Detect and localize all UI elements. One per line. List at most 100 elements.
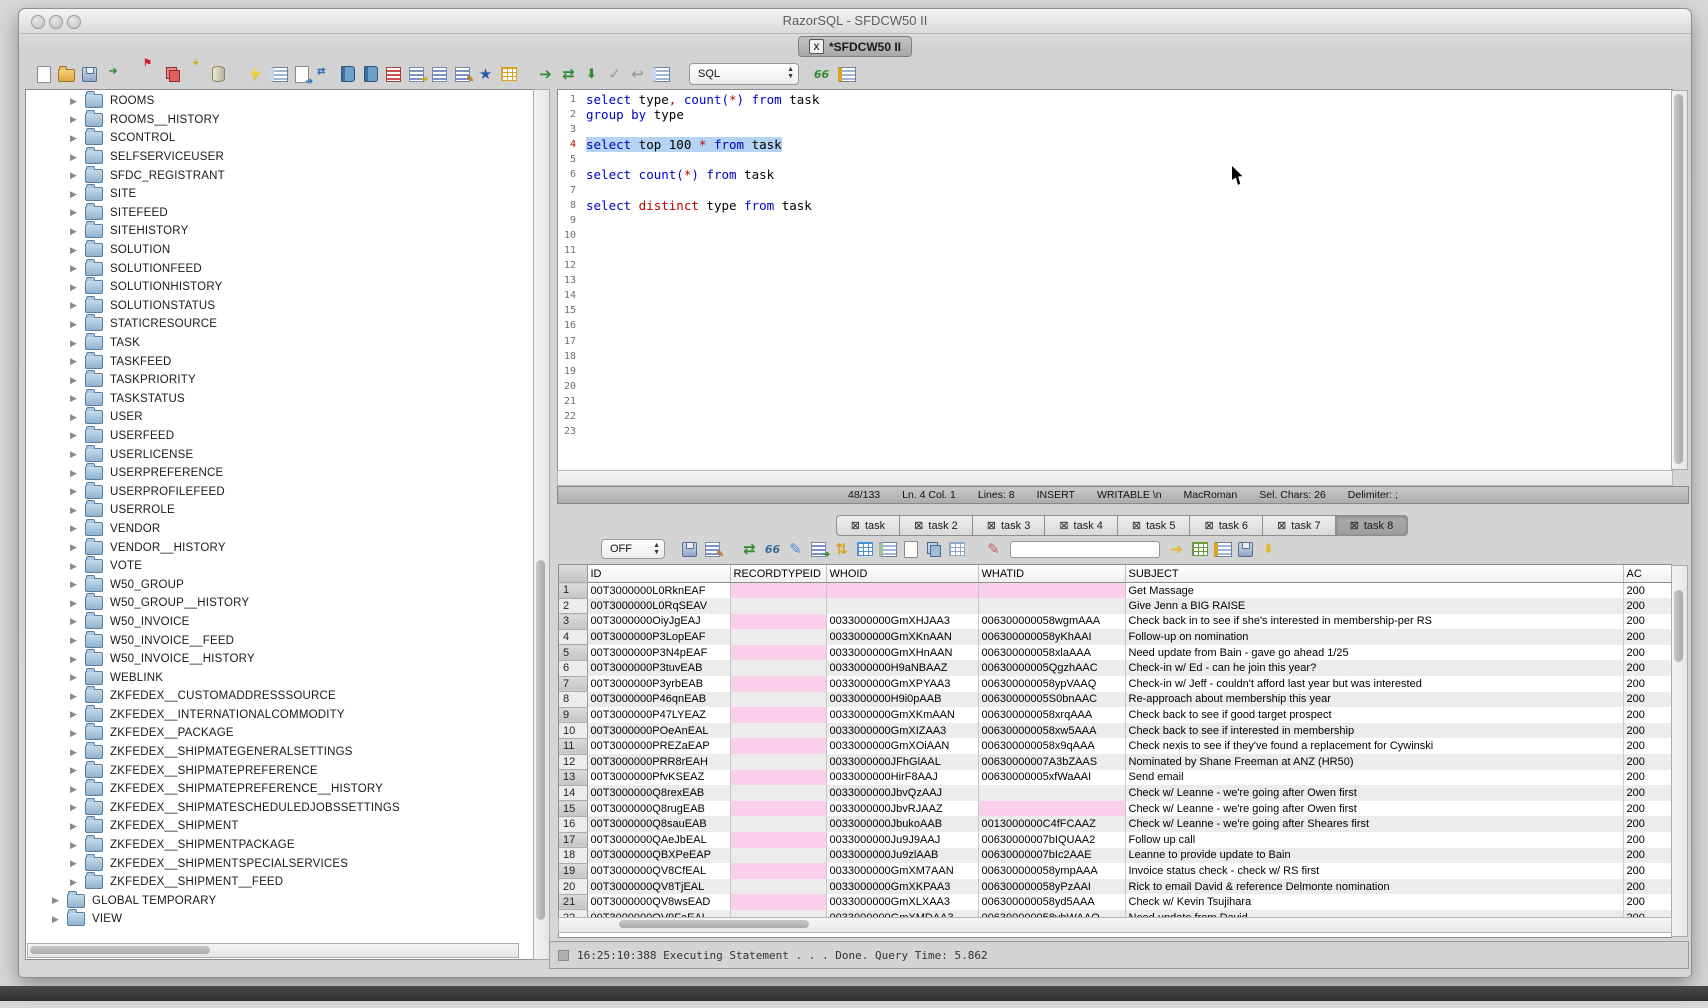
table-cell[interactable] — [826, 598, 978, 614]
editor-horizontal-scrollbar[interactable] — [557, 470, 1673, 486]
favorites-star-icon[interactable]: ★ — [475, 64, 496, 85]
table-row[interactable]: 100T3000000L0RknEAFGet Massage200 — [559, 583, 1672, 599]
disclosure-triangle-icon[interactable]: ▶ — [70, 375, 80, 386]
table-cell[interactable] — [730, 894, 826, 910]
disclosure-triangle-icon[interactable]: ▶ — [70, 784, 80, 795]
tab-close-icon[interactable]: ⊠ — [987, 519, 996, 532]
table-cell[interactable] — [730, 583, 826, 599]
table-cell[interactable]: Check-in w/ Ed - can he join this year? — [1125, 660, 1623, 676]
sql-code-area[interactable]: select type, count(*) from taskgroup by … — [580, 90, 819, 470]
sql-history-icon[interactable] — [337, 64, 358, 85]
tree-item-zkfedex-customaddresssource[interactable]: ▶ZKFEDEX__CUSTOMADDRESSSOURCE — [26, 687, 534, 706]
column-header-AC[interactable]: AC — [1623, 565, 1672, 583]
table-cell[interactable]: 00630000007bIQUAA2 — [978, 832, 1125, 848]
autocommit-dropdown[interactable]: OFF ▲▼ — [601, 539, 665, 559]
table-cell[interactable]: 200 — [1623, 629, 1672, 645]
tree-item-sfdc-registrant[interactable]: ▶SFDC_REGISTRANT — [26, 166, 534, 185]
table-cell[interactable] — [730, 645, 826, 661]
tab-close-icon[interactable]: ⊠ — [851, 519, 860, 532]
table-cell[interactable]: 0033000000GmXKPAA3 — [826, 879, 978, 895]
table-cell[interactable]: 006300000058ympAAA — [978, 863, 1125, 879]
table-row[interactable]: 1800T3000000QBXPeEAP0033000000Ju9zlAAB00… — [559, 848, 1672, 864]
refresh-database-icon[interactable] — [314, 64, 335, 85]
table-cell[interactable] — [730, 614, 826, 630]
table-cell[interactable]: 00630000007bIc2AAE — [978, 848, 1125, 864]
table-row[interactable]: 1000T3000000POeAnEAL0033000000GmXIZAA300… — [559, 723, 1672, 739]
tree-item-site[interactable]: ▶SITE — [26, 185, 534, 204]
table-row[interactable]: 500T3000000P3N4pEAF0033000000GmXHnAAN006… — [559, 645, 1672, 661]
column-header-rownum[interactable] — [559, 565, 587, 583]
table-cell[interactable]: 0033000000GmXHJAA3 — [826, 614, 978, 630]
table-cell[interactable] — [730, 692, 826, 708]
table-cell[interactable] — [730, 676, 826, 692]
tab-close-icon[interactable]: ⊠ — [1132, 519, 1141, 532]
table-cell[interactable]: 200 — [1623, 676, 1672, 692]
table-cell[interactable]: 006300000058wgmAAA — [978, 614, 1125, 630]
table-cell[interactable]: 00T3000000POeAnEAL — [587, 723, 730, 739]
open-file-icon[interactable] — [56, 64, 77, 85]
result-tab-task-2[interactable]: ⊠task 2 — [900, 515, 973, 536]
code-line-9[interactable] — [586, 213, 819, 228]
table-cell[interactable]: 0033000000GmXPYAA3 — [826, 676, 978, 692]
tree-item-w50-invoice-feed[interactable]: ▶W50_INVOICE__FEED — [26, 631, 534, 650]
disclosure-triangle-icon[interactable]: ▶ — [70, 877, 80, 888]
format-sql-icon[interactable] — [383, 64, 404, 85]
disclosure-triangle-icon[interactable]: ▶ — [70, 747, 80, 758]
table-cell[interactable]: Check w/ Kevin Tsujihara — [1125, 894, 1623, 910]
table-cell[interactable]: 00T3000000P46qnEAB — [587, 692, 730, 708]
tree-view-icon[interactable]: ➔ — [808, 539, 829, 560]
table-cell[interactable]: Check w/ Leanne - we're going after Shea… — [1125, 816, 1623, 832]
table-cell[interactable] — [730, 785, 826, 801]
table-row[interactable]: 300T3000000OiyJgEAJ0033000000GmXHJAA3006… — [559, 614, 1672, 630]
tree-item-userrole[interactable]: ▶USERROLE — [26, 501, 534, 520]
row-number[interactable]: 19 — [559, 863, 587, 879]
table-cell[interactable]: Send email — [1125, 770, 1623, 786]
code-line-5[interactable] — [586, 152, 819, 167]
tree-item-taskpriority[interactable]: ▶TASKPRIORITY — [26, 371, 534, 390]
disclosure-triangle-icon[interactable]: ▶ — [70, 114, 80, 125]
table-cell[interactable] — [730, 629, 826, 645]
table-cell[interactable]: 0033000000Ju9zlAAB — [826, 848, 978, 864]
table-cell[interactable]: 006300000058yPzAAI — [978, 879, 1125, 895]
tree-item-solutionhistory[interactable]: ▶SOLUTIONHISTORY — [26, 278, 534, 297]
tree-item-zkfedex-shipmentspecialservices[interactable]: ▶ZKFEDEX__SHIPMENTSPECIALSERVICES — [26, 854, 534, 873]
table-cell[interactable]: 006300000058yd5AAA — [978, 894, 1125, 910]
table-settings-icon[interactable] — [854, 539, 875, 560]
code-line-10[interactable] — [586, 228, 819, 243]
tree-item-rooms-history[interactable]: ▶ROOMS__HISTORY — [26, 111, 534, 130]
row-number[interactable]: 17 — [559, 832, 587, 848]
table-cell[interactable]: 0013000000C4fFCAAZ — [978, 816, 1125, 832]
disclosure-triangle-icon[interactable]: ▶ — [70, 207, 80, 218]
table-cell[interactable]: Get Massage — [1125, 583, 1623, 599]
disclosure-triangle-icon[interactable]: ▶ — [52, 914, 62, 925]
save-results-icon[interactable] — [679, 539, 700, 560]
table-cell[interactable]: 00T3000000P47LYEAZ — [587, 707, 730, 723]
code-line-8[interactable]: select distinct type from task — [586, 198, 819, 213]
disclosure-triangle-icon[interactable]: ▶ — [70, 486, 80, 497]
results-search-input[interactable] — [1010, 541, 1160, 558]
table-cell[interactable] — [730, 801, 826, 817]
table-cell[interactable]: 00630000007A3bZAAS — [978, 754, 1125, 770]
column-header-SUBJECT[interactable]: SUBJECT — [1125, 565, 1623, 583]
table-cell[interactable] — [730, 754, 826, 770]
row-number[interactable]: 8 — [559, 692, 587, 708]
table-cell[interactable]: 200 — [1623, 660, 1672, 676]
table-cell[interactable]: 006300000058xlaAAA — [978, 645, 1125, 661]
tree-item-vote[interactable]: ▶VOTE — [26, 557, 534, 576]
disclosure-triangle-icon[interactable]: ▶ — [70, 133, 80, 144]
title-bar[interactable]: RazorSQL - SFDCW50 II — [19, 9, 1691, 34]
panel-splitter[interactable] — [548, 89, 557, 958]
table-cell[interactable]: Check-in w/ Jeff - couldn't afford last … — [1125, 676, 1623, 692]
table-cell[interactable]: 00T3000000QV8wsEAD — [587, 894, 730, 910]
table-cell[interactable]: 200 — [1623, 832, 1672, 848]
edit-sql-icon[interactable]: ✎ — [452, 64, 473, 85]
table-cell[interactable]: 00T3000000QBXPeEAP — [587, 848, 730, 864]
highlight-pen-icon[interactable]: ✎ — [983, 539, 1004, 560]
table-row[interactable]: 1500T3000000Q8rugEAB0033000000JbvRJAAZCh… — [559, 801, 1672, 817]
export-results-icon[interactable] — [1189, 539, 1210, 560]
table-row[interactable]: 1400T3000000Q8rexEAB0033000000JbvQzAAJCh… — [559, 785, 1672, 801]
page-view-icon[interactable] — [900, 539, 921, 560]
table-cell[interactable]: 00T3000000Q8rexEAB — [587, 785, 730, 801]
table-row[interactable]: 1600T3000000Q8sauEAB0033000000JbukoAAB00… — [559, 816, 1672, 832]
row-number[interactable]: 21 — [559, 894, 587, 910]
